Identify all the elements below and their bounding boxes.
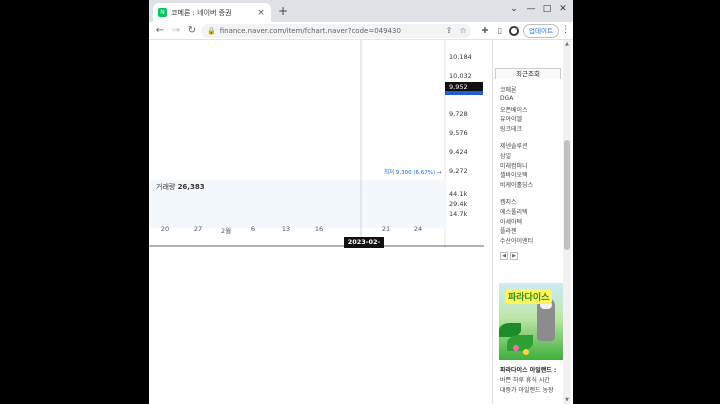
recent-stock-item[interactable]: 플라젠 xyxy=(500,226,517,235)
price-axis-label: 9,424 xyxy=(449,148,468,156)
pager-next-button[interactable]: ▶ xyxy=(510,252,518,260)
cursor-date-tag: 2023-02-17 xyxy=(344,237,384,257)
x-axis-tick: 16 xyxy=(314,225,324,233)
volume-axis-label: 29.4k xyxy=(449,200,468,208)
recent-stock-item[interactable]: 미래컴퍼니 xyxy=(500,161,528,170)
maximize-icon[interactable]: □ xyxy=(539,2,555,16)
x-axis-tick: 2월 xyxy=(220,227,232,235)
leaf-shape xyxy=(507,335,533,351)
x-axis-tick: 27 xyxy=(193,225,203,233)
x-axis-tick: 24 xyxy=(413,225,423,233)
volume-title-text: 거래량 xyxy=(156,183,176,191)
update-button[interactable]: 업데이트 xyxy=(523,24,559,38)
recent-stock-item[interactable]: 링크테크 xyxy=(500,124,522,133)
scroll-thumb[interactable] xyxy=(564,140,570,250)
browser-toolbar: ← → ↻ 🔒 finance.naver.com/item/fchart.na… xyxy=(149,22,573,40)
volume-axis-label: 14.7k xyxy=(449,210,468,218)
back-icon[interactable]: ← xyxy=(153,24,167,38)
recent-stock-item[interactable]: DGA xyxy=(500,95,513,102)
flower-shape xyxy=(513,345,519,351)
ad-banner-image[interactable]: 파라다이스 xyxy=(499,283,563,360)
x-axis-tick: 20 xyxy=(160,225,170,233)
price-pane xyxy=(149,40,445,200)
menu-dots-icon[interactable]: ⋮ xyxy=(561,25,570,35)
recent-stock-item[interactable]: 셀바이오텍 xyxy=(500,170,528,179)
price-axis-label: 9,272 xyxy=(449,167,468,175)
lock-icon: 🔒 xyxy=(207,27,216,35)
profile-avatar-icon[interactable]: ● xyxy=(509,26,519,36)
close-window-icon[interactable]: ✕ xyxy=(555,2,571,16)
volume-value: 26,383 xyxy=(177,183,205,191)
recent-stock-item[interactable]: 제넨솔루션 xyxy=(500,141,528,150)
side-panel: 최근조회 코메론 DGA 오픈베이스 유아이엘 링크테크제넨솔루션 삼일 미래컴퍼니 셀바이오… xyxy=(492,40,563,404)
naver-favicon-icon: N xyxy=(158,8,167,17)
page-scrollbar[interactable]: ▲ ▼ xyxy=(563,40,571,404)
ad-line: 바쁜 하루 휴식 시간 xyxy=(500,377,550,384)
price-axis-label: 10,032 xyxy=(449,72,472,80)
browser-tab[interactable]: N 코메론 : 네이버 증권 × xyxy=(153,3,271,22)
side-panel-icon[interactable]: ▯ xyxy=(494,25,506,37)
price-axis-label: 9,728 xyxy=(449,110,468,118)
price-axis-label: 10,184 xyxy=(449,53,472,61)
x-axis-tick: 6 xyxy=(250,225,256,233)
scroll-up-icon[interactable]: ▲ xyxy=(563,40,571,48)
share-icon[interactable]: ⇪ xyxy=(443,25,455,37)
recent-stock-item[interactable]: 비케이홀딩스 xyxy=(500,180,533,189)
price-axis-label: 9,576 xyxy=(449,129,468,137)
chevron-down-icon[interactable]: ⌄ xyxy=(506,2,522,16)
tab-recent-views[interactable]: 최근조회 xyxy=(495,68,561,79)
x-axis-tick: 21 xyxy=(381,225,391,233)
forward-icon[interactable]: → xyxy=(169,24,183,38)
tab-title: 코메론 : 네이버 증권 xyxy=(171,8,232,17)
browser-window: N 코메론 : 네이버 증권 × + ⌄ — □ ✕ ← → ↻ 🔒 finan… xyxy=(149,0,573,404)
reload-icon[interactable]: ↻ xyxy=(185,24,199,38)
recent-stock-item[interactable]: 유아이엘 xyxy=(500,114,522,123)
ad-line: 대중가 아일랜드 농장 xyxy=(500,387,554,394)
minimize-icon[interactable]: — xyxy=(523,2,539,16)
bookmark-star-icon[interactable]: ☆ xyxy=(457,25,469,37)
ad-title[interactable]: 파라다이스 아일랜드 : xyxy=(500,365,556,374)
low-price-annotation: 최저 9,300 (6.67%) → xyxy=(384,170,442,176)
extensions-icon[interactable]: ✚ xyxy=(479,25,491,37)
x-axis-tick: 13 xyxy=(281,225,291,233)
current-price-marker xyxy=(445,91,483,95)
new-tab-button[interactable]: + xyxy=(276,4,290,18)
scroll-down-icon[interactable]: ▼ xyxy=(563,396,571,404)
volume-title: 거래량 26,383 xyxy=(156,182,205,192)
recent-stock-item[interactable]: 에스폴리텍 xyxy=(500,207,528,216)
recent-stock-item[interactable]: 오픈베이스 xyxy=(500,105,528,114)
recent-stock-item[interactable]: 아세아텍 xyxy=(500,217,522,226)
recent-stock-item[interactable]: 삼일 xyxy=(500,151,511,160)
url-text: finance.naver.com/item/fchart.naver?code… xyxy=(219,27,401,35)
tab-strip: N 코메론 : 네이버 증권 × + ⌄ — □ ✕ xyxy=(149,0,573,22)
tab-close-icon[interactable]: × xyxy=(256,8,266,18)
recent-pager: ◀ ▶ xyxy=(500,252,518,260)
recent-stock-item[interactable]: 코메론 xyxy=(500,85,517,94)
ad-logo: 파라다이스 xyxy=(505,289,553,304)
recent-stock-item[interactable]: 켐지스 xyxy=(500,197,517,206)
pager-prev-button[interactable]: ◀ xyxy=(500,252,508,260)
recent-stock-item[interactable]: 수산아이엔티 xyxy=(500,236,533,245)
flower-shape xyxy=(523,349,529,355)
volume-axis-label: 44.1k xyxy=(449,190,468,198)
address-bar[interactable]: 🔒 finance.naver.com/item/fchart.naver?co… xyxy=(201,24,471,38)
